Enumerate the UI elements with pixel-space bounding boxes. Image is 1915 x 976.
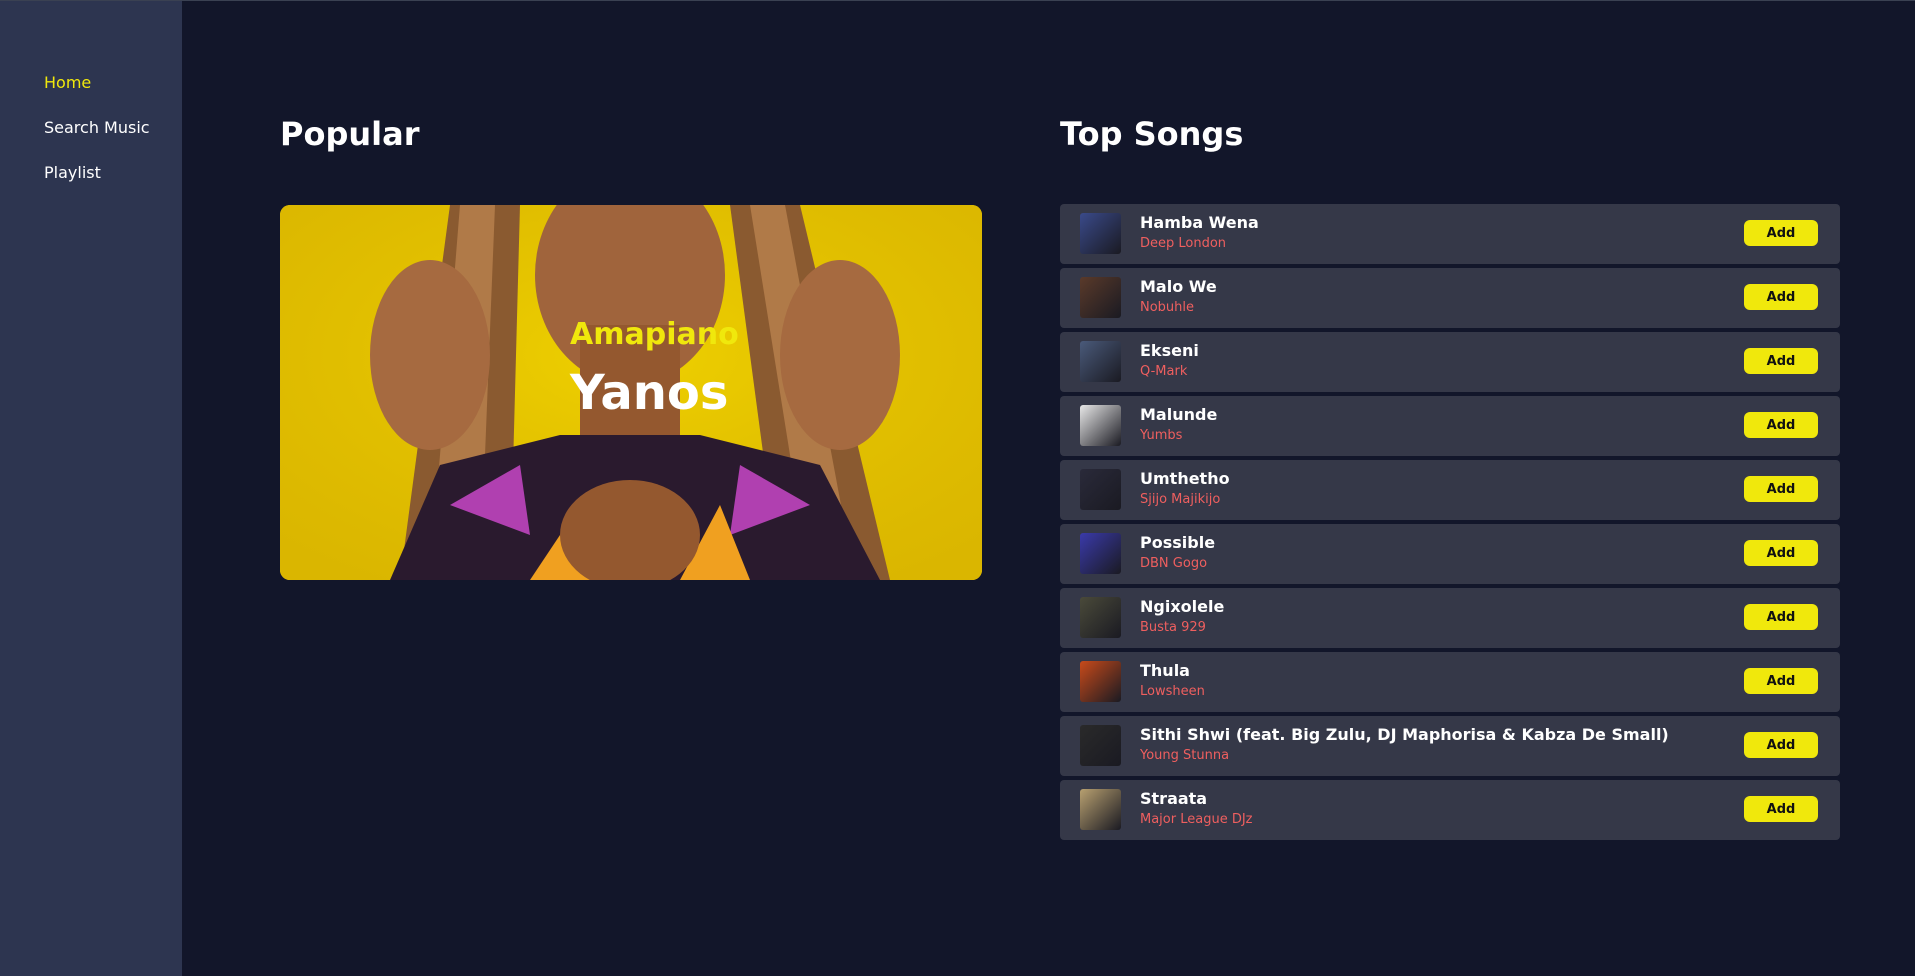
popular-hero-card[interactable]: Amapiano Yanos — [280, 205, 982, 580]
song-title: Umthetho — [1140, 469, 1230, 488]
song-thumbnail — [1080, 725, 1121, 766]
song-thumbnail — [1080, 469, 1121, 510]
song-title: Ngixolele — [1140, 597, 1225, 616]
song-row: Ekseni Q-Mark Add — [1060, 332, 1840, 392]
hero-artist-name: Yanos — [570, 365, 729, 421]
song-title: Malo We — [1140, 277, 1217, 296]
song-row: Thula Lowsheen Add — [1060, 652, 1840, 712]
top-songs-list: Hamba Wena Deep London Add Malo We Nobuh… — [1060, 204, 1840, 844]
add-button[interactable]: Add — [1744, 476, 1818, 502]
add-button[interactable]: Add — [1744, 668, 1818, 694]
song-row: Hamba Wena Deep London Add — [1060, 204, 1840, 264]
popular-title: Popular — [280, 115, 420, 153]
song-artist[interactable]: Yumbs — [1140, 428, 1182, 443]
add-button[interactable]: Add — [1744, 540, 1818, 566]
song-row: Possible DBN Gogo Add — [1060, 524, 1840, 584]
song-artist[interactable]: Q-Mark — [1140, 364, 1187, 379]
nav-playlist[interactable]: Playlist — [44, 163, 101, 182]
song-artist[interactable]: Major League DJz — [1140, 812, 1253, 827]
nav-search-music[interactable]: Search Music — [44, 118, 150, 137]
sidebar: Home Search Music Playlist — [0, 1, 182, 976]
song-title: Possible — [1140, 533, 1216, 552]
add-button[interactable]: Add — [1744, 284, 1818, 310]
add-button[interactable]: Add — [1744, 604, 1818, 630]
song-thumbnail — [1080, 789, 1121, 830]
song-artist[interactable]: Lowsheen — [1140, 684, 1205, 699]
song-artist[interactable]: Busta 929 — [1140, 620, 1206, 635]
song-title: Malunde — [1140, 405, 1218, 424]
song-thumbnail — [1080, 533, 1121, 574]
song-row: Malunde Yumbs Add — [1060, 396, 1840, 456]
add-button[interactable]: Add — [1744, 796, 1818, 822]
add-button[interactable]: Add — [1744, 412, 1818, 438]
song-row: Ngixolele Busta 929 Add — [1060, 588, 1840, 648]
song-title: Hamba Wena — [1140, 213, 1259, 232]
song-thumbnail — [1080, 341, 1121, 382]
song-artist[interactable]: Young Stunna — [1140, 748, 1229, 763]
song-title: Ekseni — [1140, 341, 1199, 360]
add-button[interactable]: Add — [1744, 348, 1818, 374]
song-artist[interactable]: Nobuhle — [1140, 300, 1194, 315]
song-title: Straata — [1140, 789, 1208, 808]
song-thumbnail — [1080, 661, 1121, 702]
song-thumbnail — [1080, 597, 1121, 638]
song-thumbnail — [1080, 213, 1121, 254]
top-border — [0, 0, 1915, 1]
nav-home[interactable]: Home — [44, 73, 91, 92]
song-artist[interactable]: Deep London — [1140, 236, 1226, 251]
add-button[interactable]: Add — [1744, 732, 1818, 758]
top-songs-title: Top Songs — [1060, 115, 1244, 153]
song-artist[interactable]: DBN Gogo — [1140, 556, 1207, 571]
add-button[interactable]: Add — [1744, 220, 1818, 246]
song-row: Straata Major League DJz Add — [1060, 780, 1840, 840]
song-title: Sithi Shwi (feat. Big Zulu, DJ Maphorisa… — [1140, 725, 1669, 744]
song-artist[interactable]: Sjijo Majikijo — [1140, 492, 1220, 507]
song-row: Malo We Nobuhle Add — [1060, 268, 1840, 328]
song-row: Umthetho Sjijo Majikijo Add — [1060, 460, 1840, 520]
hero-genre-label: Amapiano — [570, 317, 739, 352]
song-thumbnail — [1080, 277, 1121, 318]
song-title: Thula — [1140, 661, 1190, 680]
song-row: Sithi Shwi (feat. Big Zulu, DJ Maphorisa… — [1060, 716, 1840, 776]
song-thumbnail — [1080, 405, 1121, 446]
